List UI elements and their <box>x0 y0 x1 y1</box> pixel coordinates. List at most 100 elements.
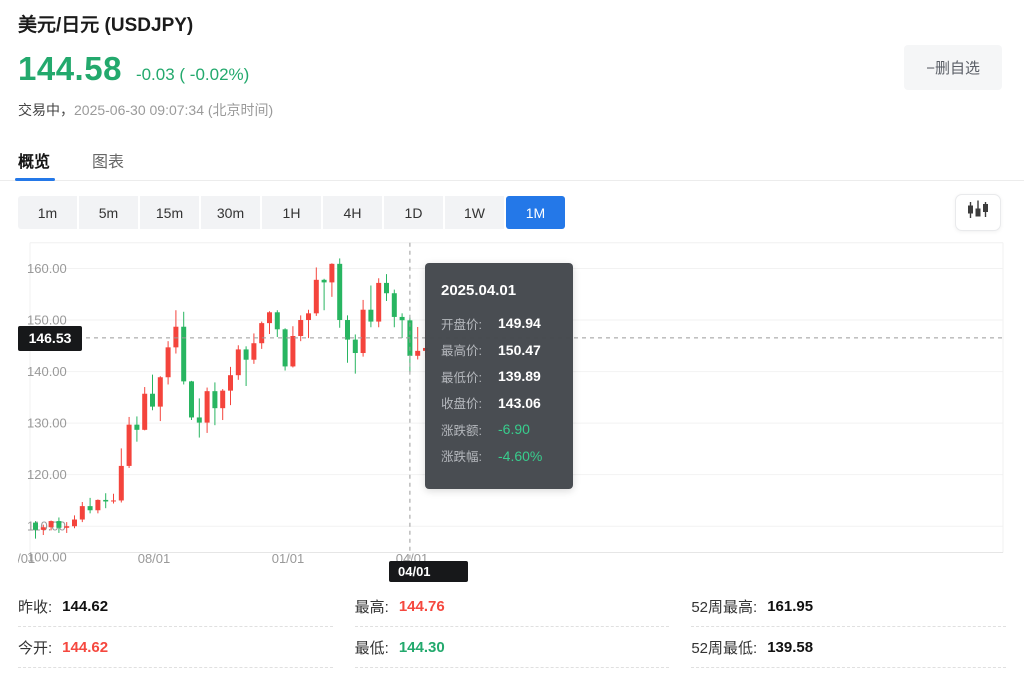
period-button-1D[interactable]: 1D <box>384 196 443 229</box>
tab-chart[interactable]: 图表 <box>92 148 124 172</box>
tooltip-row-value: 139.89 <box>498 368 541 384</box>
candle-body <box>119 466 124 501</box>
last-price: 144.58 <box>18 50 122 88</box>
period-button-30m[interactable]: 30m <box>201 196 260 229</box>
candle-body <box>322 280 327 283</box>
y-axis-label: 130.00 <box>27 416 67 431</box>
candle-body <box>329 264 334 283</box>
price-chart[interactable]: 160.00150.00140.00130.00120.00110.00100.… <box>18 240 1006 585</box>
candle-body <box>33 523 38 530</box>
candle-body <box>150 394 155 407</box>
tooltip-row: 开盘价:149.94 <box>441 310 557 337</box>
period-button-1H[interactable]: 1H <box>262 196 321 229</box>
tooltip-row-label: 涨跌幅: <box>441 446 498 465</box>
stat-row: 最低:144.30 <box>355 627 670 668</box>
stat-label: 最低: <box>355 637 389 658</box>
candle-body <box>103 500 108 502</box>
candle-body <box>353 340 358 353</box>
candle-body <box>127 425 132 466</box>
tooltip-row-label: 开盘价: <box>441 314 498 333</box>
candle-body <box>142 394 147 430</box>
period-button-15m[interactable]: 15m <box>140 196 199 229</box>
stat-label: 昨收: <box>18 596 52 617</box>
period-selector: 1m5m15m30m1H4H1D1W1M <box>18 196 565 229</box>
chart-tooltip: 2025.04.01 开盘价:149.94最高价:150.47最低价:139.8… <box>425 263 573 489</box>
candlestick-icon <box>967 200 989 225</box>
tooltip-row: 涨跌额:-6.90 <box>441 416 557 443</box>
trading-status: 交易中，2025-06-30 09:07:34 (北京时间) <box>18 100 273 120</box>
crosshair-price-label: 146.53 <box>18 326 82 351</box>
candle-body <box>212 391 217 408</box>
candle-body <box>41 527 46 530</box>
x-axis-label: 07/01 <box>18 551 35 566</box>
candle-body <box>244 349 249 359</box>
candle-body <box>197 417 202 422</box>
candle-body <box>392 293 397 317</box>
stat-row: 今开:144.62 <box>18 627 333 668</box>
candle-body <box>337 264 342 320</box>
candle-body <box>181 327 186 382</box>
candle-body <box>64 526 69 528</box>
quote-timestamp: 2025-06-30 09:07:34 (北京时间) <box>74 102 273 118</box>
stat-value: 161.95 <box>767 598 813 615</box>
candle-body <box>384 283 389 293</box>
x-axis-label: 01/01 <box>272 551 305 566</box>
candle-body <box>306 313 311 320</box>
y-axis-label: 140.00 <box>27 364 67 379</box>
tooltip-row: 最高价:150.47 <box>441 337 557 364</box>
stat-value: 144.76 <box>399 598 445 615</box>
candle-body <box>376 283 381 322</box>
period-button-1M[interactable]: 1M <box>506 196 565 229</box>
candle-body <box>345 320 350 340</box>
candle-body <box>49 521 54 527</box>
candle-body <box>220 391 225 409</box>
candle-body <box>368 310 373 322</box>
status-label: 交易中， <box>18 102 74 118</box>
candle-body <box>298 320 303 336</box>
page-title: 美元/日元 (USDJPY) <box>18 10 193 37</box>
tooltip-date: 2025.04.01 <box>441 282 557 299</box>
candle-body <box>228 375 233 390</box>
remove-watchlist-button[interactable]: −删自选 <box>904 45 1002 90</box>
stat-label: 今开: <box>18 637 52 658</box>
price-change: -0.03 ( -0.02%) <box>136 65 249 85</box>
candle-body <box>267 312 272 323</box>
stats-column: 52周最高:161.95 52周最低: 139.58 <box>691 586 1006 668</box>
stat-row: 昨收:144.62 <box>18 586 333 627</box>
candle-body <box>111 500 116 501</box>
tooltip-row: 最低价:139.89 <box>441 363 557 390</box>
stat-value: 139.58 <box>767 639 813 656</box>
quote-stats: 昨收:144.62今开:144.62 最高: 144.76 最低:144.30 52周最… <box>18 586 1006 668</box>
candle-body <box>283 329 288 366</box>
active-tab-underline <box>15 178 55 181</box>
tooltip-row-label: 涨跌额: <box>441 420 498 439</box>
stats-column: 昨收:144.62今开:144.62 <box>18 586 333 668</box>
tooltip-row-label: 收盘价: <box>441 393 498 412</box>
period-button-1m[interactable]: 1m <box>18 196 77 229</box>
candle-body <box>205 391 210 422</box>
candle-body <box>189 381 194 417</box>
period-button-4H[interactable]: 4H <box>323 196 382 229</box>
candle-body <box>88 506 93 510</box>
candle-body <box>251 343 256 359</box>
crosshair-date-label: 04/01 <box>389 561 468 582</box>
period-button-1W[interactable]: 1W <box>445 196 504 229</box>
tooltip-row-value: 150.47 <box>498 342 541 358</box>
stat-row: 52周最高:161.95 <box>691 586 1006 627</box>
tooltip-row-value: -6.90 <box>498 421 530 437</box>
candle-body <box>166 347 171 377</box>
tooltip-row: 涨跌幅:-4.60% <box>441 443 557 470</box>
candle-body <box>72 520 77 527</box>
stat-row: 52周最低: 139.58 <box>691 627 1006 668</box>
tab-bar: 概览 图表 <box>0 141 1024 181</box>
stat-label: 最高: <box>355 596 389 617</box>
tooltip-row-label: 最高价: <box>441 340 498 359</box>
tab-overview[interactable]: 概览 <box>18 148 50 172</box>
candle-body <box>259 323 264 343</box>
candle-body <box>361 310 366 353</box>
candle-body <box>290 336 295 366</box>
usdjpy-quote-page: 美元/日元 (USDJPY) −删自选 144.58 -0.03 ( -0.02… <box>0 0 1024 675</box>
period-button-5m[interactable]: 5m <box>79 196 138 229</box>
stat-label: 52周最低: <box>691 637 757 658</box>
chart-type-button[interactable] <box>955 194 1001 231</box>
